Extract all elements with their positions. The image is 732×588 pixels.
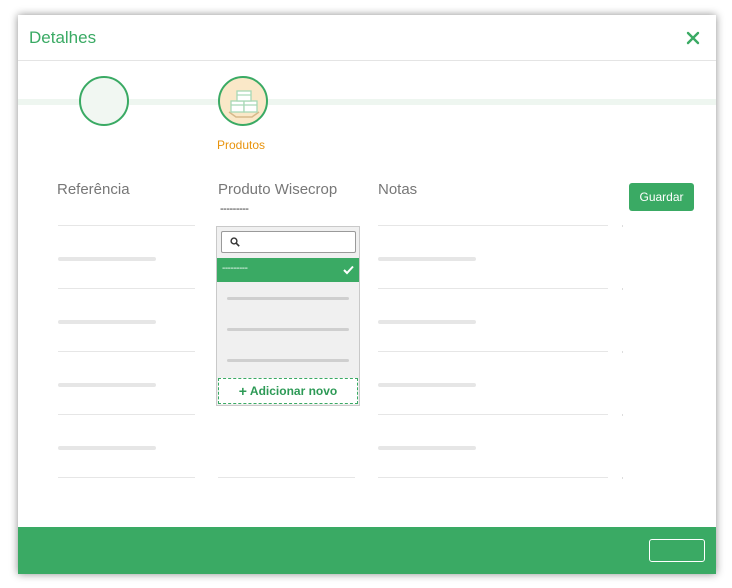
row-edge	[622, 351, 623, 353]
save-button[interactable]: Guardar	[629, 183, 694, 211]
column-header-product: Produto Wisecrop	[218, 181, 338, 198]
dropdown-search-input[interactable]	[244, 234, 352, 250]
row-divider	[58, 477, 195, 478]
check-icon	[343, 265, 354, 275]
modal-header: Detalhes	[18, 15, 716, 61]
row-divider	[378, 225, 608, 226]
step-produtos[interactable]	[218, 76, 268, 126]
plus-icon: +	[238, 383, 247, 399]
step-1[interactable]	[79, 76, 129, 126]
row-edge	[622, 477, 623, 479]
details-modal: Detalhes Produtos Referência Produto Wis…	[18, 15, 716, 574]
add-new-button[interactable]: + Adicionar novo	[218, 378, 358, 404]
placeholder-reference	[58, 446, 156, 450]
row-divider	[378, 414, 608, 415]
dropdown-option[interactable]	[217, 347, 359, 373]
placeholder-notes	[378, 446, 476, 450]
product-dropdown: --------- + Adicionar novo	[216, 226, 360, 406]
row-divider	[218, 477, 355, 478]
placeholder-reference	[58, 320, 156, 324]
row-divider	[378, 477, 608, 478]
placeholder-reference	[58, 383, 156, 387]
row-divider	[378, 288, 608, 289]
search-icon	[230, 237, 240, 247]
column-header-reference: Referência	[57, 181, 130, 198]
row-edge	[622, 414, 623, 416]
column-header-notes: Notas	[378, 181, 418, 198]
modal-title: Detalhes	[29, 28, 97, 47]
row-divider	[58, 225, 195, 226]
add-new-label: Adicionar novo	[249, 384, 338, 398]
placeholder-notes	[378, 320, 476, 324]
step-label-produtos: Produtos	[217, 138, 266, 152]
row-divider	[58, 288, 195, 289]
placeholder-notes	[378, 383, 476, 387]
row-divider	[58, 414, 195, 415]
row-divider	[378, 351, 608, 352]
row-edge	[622, 225, 623, 227]
footer-button[interactable]	[649, 539, 705, 562]
placeholder-notes	[378, 257, 476, 261]
dropdown-search	[221, 231, 356, 253]
close-icon	[686, 31, 700, 45]
dropdown-option[interactable]	[217, 316, 359, 342]
row-edge	[622, 288, 623, 290]
dropdown-option[interactable]	[217, 285, 359, 311]
product-current-value[interactable]: ---------	[220, 203, 249, 215]
modal-footer	[18, 527, 716, 574]
boxes-icon	[228, 90, 260, 118]
placeholder-reference	[58, 257, 156, 261]
close-button[interactable]	[684, 29, 702, 47]
dropdown-option-selected[interactable]: ---------	[217, 258, 359, 282]
dropdown-option-label: ---------	[222, 263, 248, 274]
row-divider	[58, 351, 195, 352]
